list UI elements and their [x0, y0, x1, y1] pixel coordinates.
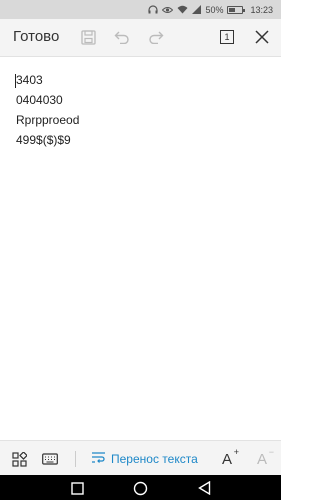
navigation-bar — [0, 475, 281, 500]
battery-percent: 50% — [205, 4, 224, 15]
page-count-icon[interactable]: 1 — [217, 27, 237, 47]
status-icons: 50% 13:23 — [148, 0, 273, 19]
status-bar: 50% 13:23 — [0, 0, 281, 19]
signal-icon — [192, 5, 202, 14]
done-button[interactable]: Готово — [13, 28, 59, 45]
headphones-icon — [148, 5, 159, 14]
text-cursor — [15, 74, 16, 88]
toolbar-divider — [75, 451, 76, 467]
redo-icon[interactable] — [146, 27, 166, 47]
undo-icon[interactable] — [112, 27, 132, 47]
wifi-icon — [177, 5, 188, 14]
home-icon[interactable] — [131, 479, 149, 497]
save-icon[interactable] — [78, 27, 98, 47]
clock: 13:23 — [250, 4, 273, 15]
text-line[interactable]: Rprpproeod — [16, 110, 266, 130]
editor-toolbar: Готово 1 — [0, 19, 281, 57]
font-decrease-button[interactable]: A − — [252, 446, 274, 469]
wrap-text-icon — [91, 451, 106, 467]
keyboard-icon[interactable] — [40, 449, 60, 469]
close-icon[interactable] — [252, 27, 272, 47]
font-increase-icon: A + — [221, 446, 239, 468]
battery-icon — [227, 5, 246, 14]
wrap-text-button[interactable]: Перенос текста — [91, 449, 198, 469]
document-text-area[interactable]: 3403 0404030 Rprpproeod 499$($)$9 — [15, 70, 266, 150]
text-line[interactable]: 499$($)$9 — [16, 130, 266, 150]
grid-icon[interactable] — [9, 449, 29, 469]
page-count: 1 — [220, 30, 234, 44]
back-icon[interactable] — [195, 479, 213, 497]
bottom-toolbar: Перенос текста A + A − — [0, 440, 281, 476]
font-increase-button[interactable]: A + — [217, 446, 239, 469]
text-line[interactable]: 0404030 — [16, 90, 266, 110]
text-line[interactable]: 3403 — [16, 70, 266, 90]
wrap-text-label: Перенос текста — [111, 452, 198, 466]
eye-icon — [162, 6, 174, 14]
recents-icon[interactable] — [68, 479, 86, 497]
font-decrease-icon: A − — [256, 446, 274, 468]
